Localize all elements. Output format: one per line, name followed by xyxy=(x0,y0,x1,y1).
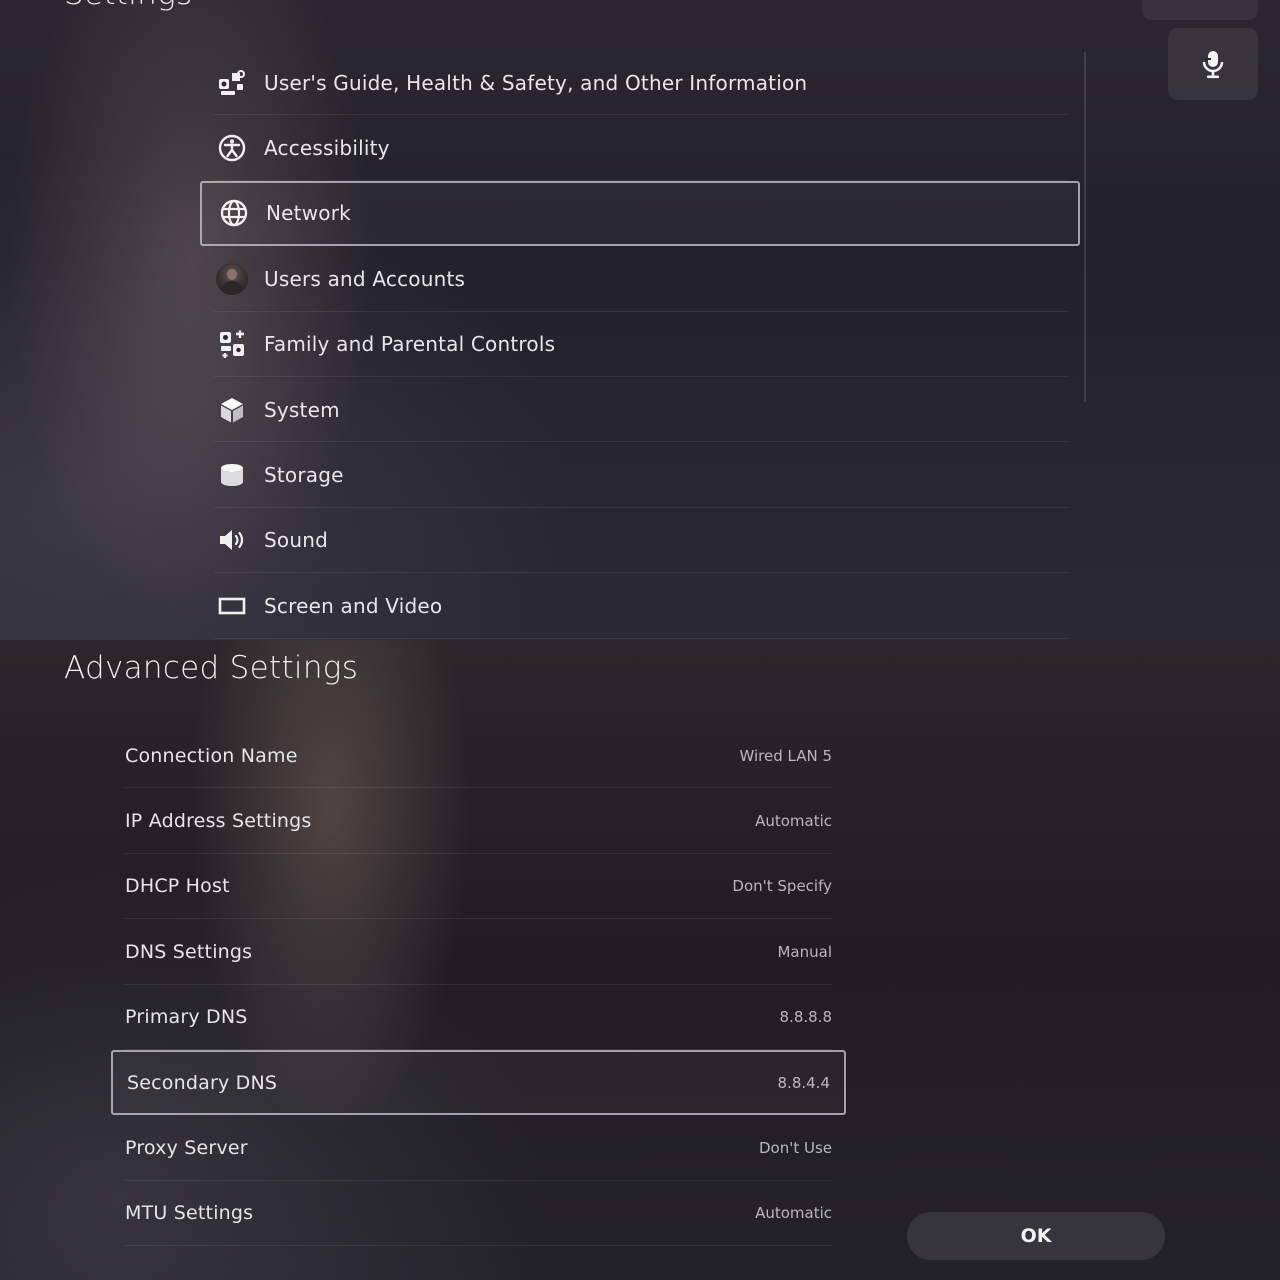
row-value: Manual xyxy=(777,942,832,961)
page-title: Advanced Settings xyxy=(64,650,359,686)
row-value: Automatic xyxy=(755,1204,832,1223)
settings-item-label: Screen and Video xyxy=(264,593,443,618)
connection-name-row[interactable]: Connection Name Wired LAN 5 xyxy=(111,723,846,789)
info-guide-icon xyxy=(216,67,248,99)
ok-button[interactable]: OK xyxy=(907,1212,1165,1260)
settings-item-label: Storage xyxy=(264,463,344,488)
voice-search-button[interactable] xyxy=(1168,28,1258,100)
settings-item-family-controls[interactable]: Family and Parental Controls xyxy=(200,312,1080,378)
row-label: Proxy Server xyxy=(125,1137,248,1160)
globe-icon xyxy=(218,197,250,229)
settings-menu: User's Guide, Health & Safety, and Other… xyxy=(200,50,1080,639)
secondary-dns-row[interactable]: Secondary DNS 8.8.4.4 xyxy=(111,1049,846,1116)
settings-item-system[interactable]: System xyxy=(200,377,1080,443)
settings-item-label: Network xyxy=(266,201,351,226)
top-corner-button[interactable] xyxy=(1142,0,1258,20)
advanced-settings-panel: Advanced Settings Connection Name Wired … xyxy=(0,640,1280,1280)
row-label: MTU Settings xyxy=(125,1202,254,1225)
settings-item-label: Sound xyxy=(264,528,328,553)
mtu-settings-row[interactable]: MTU Settings Automatic xyxy=(111,1181,846,1247)
settings-panel: Settings User's Guide, Health & xyxy=(0,0,1280,640)
settings-item-label: Users and Accounts xyxy=(264,266,466,291)
ip-address-settings-row[interactable]: IP Address Settings Automatic xyxy=(111,788,846,855)
row-label: DNS Settings xyxy=(125,940,253,963)
row-value: Automatic xyxy=(755,812,832,831)
settings-item-label: System xyxy=(264,397,340,422)
row-label: Primary DNS xyxy=(125,1006,248,1029)
speaker-icon xyxy=(216,524,248,556)
row-value: Wired LAN 5 xyxy=(739,746,832,765)
row-value: 8.8.4.4 xyxy=(777,1073,830,1092)
microphone-icon xyxy=(1202,51,1224,79)
row-label: Connection Name xyxy=(125,744,298,767)
row-value: Don't Specify xyxy=(732,877,832,896)
row-label: Secondary DNS xyxy=(127,1071,278,1094)
row-value: 8.8.8.8 xyxy=(779,1008,832,1027)
settings-item-sound[interactable]: Sound xyxy=(200,508,1080,574)
primary-dns-row[interactable]: Primary DNS 8.8.8.8 xyxy=(111,985,846,1051)
avatar xyxy=(216,262,248,295)
dhcp-host-row[interactable]: DHCP Host Don't Specify xyxy=(111,854,846,920)
settings-item-label: User's Guide, Health & Safety, and Other… xyxy=(264,70,808,95)
row-value: Don't Use xyxy=(758,1139,832,1158)
row-label: IP Address Settings xyxy=(125,810,312,833)
proxy-server-row[interactable]: Proxy Server Don't Use xyxy=(111,1115,846,1182)
settings-item-storage[interactable]: Storage xyxy=(200,442,1080,509)
settings-item-label: Accessibility xyxy=(264,136,390,161)
settings-item-accessibility[interactable]: Accessibility xyxy=(200,115,1080,182)
scrollbar[interactable] xyxy=(1084,52,1086,402)
accessibility-icon xyxy=(216,132,248,164)
storage-icon xyxy=(216,459,248,491)
row-label: DHCP Host xyxy=(125,875,230,898)
screen-icon xyxy=(216,590,248,622)
settings-item-network[interactable]: Network xyxy=(200,180,1080,247)
user-avatar xyxy=(216,262,248,295)
settings-item-users-guide[interactable]: User's Guide, Health & Safety, and Other… xyxy=(200,50,1080,116)
dns-settings-row[interactable]: DNS Settings Manual xyxy=(111,919,846,985)
cube-icon xyxy=(216,394,248,426)
settings-item-label: Family and Parental Controls xyxy=(264,332,556,357)
page-title: Settings xyxy=(64,0,192,12)
settings-item-users-and-accounts[interactable]: Users and Accounts xyxy=(200,246,1080,312)
family-controls-icon xyxy=(216,328,248,360)
settings-item-screen-and-video[interactable]: Screen and Video xyxy=(200,573,1080,639)
advanced-settings-list: Connection Name Wired LAN 5 IP Address S… xyxy=(111,723,846,1247)
